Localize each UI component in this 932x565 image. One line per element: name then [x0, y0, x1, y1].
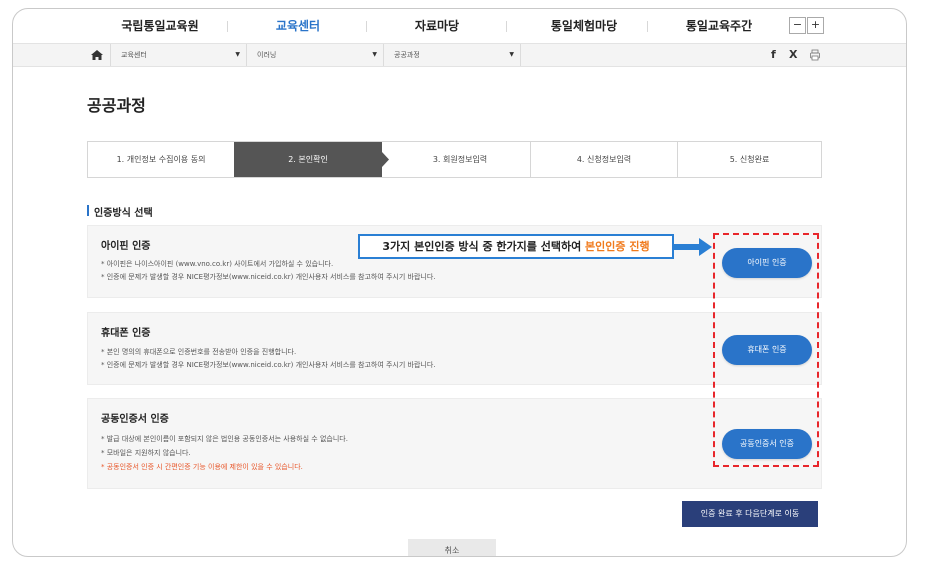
callout-highlight: 본인인증 진행 [585, 240, 650, 253]
gnb-divider [647, 21, 648, 32]
zoom-out-button[interactable]: − [789, 17, 806, 34]
method-description: * 아이핀은 나이스아이핀 (www.vno.co.kr) 사이트에서 가입하실… [101, 260, 334, 268]
global-nav: 국립통일교육원 교육센터 자료마당 통일체험마당 통일교육주간 − + [13, 9, 906, 44]
method-description: * 인증에 문제가 발생할 경우 NICE평가정보(www.niceid.co.… [101, 273, 436, 281]
print-icon[interactable] [809, 44, 821, 66]
breadcrumb-select-1[interactable]: 교육센터 ▼ [110, 44, 247, 66]
callout-arrow-icon [674, 238, 712, 256]
browser-frame: 국립통일교육원 교육센터 자료마당 통일체험마당 통일교육주간 − + 교육센터… [12, 8, 907, 557]
x-icon[interactable]: X [789, 44, 797, 66]
method-title: 아이핀 인증 [101, 241, 151, 252]
step-2-active: 2. 본인확인 [234, 142, 382, 177]
caret-down-icon: ▼ [235, 51, 240, 58]
gnb-item-institute[interactable]: 국립통일교육원 [105, 9, 215, 43]
method-description: * 인증에 문제가 발생할 경우 NICE평가정보(www.niceid.co.… [101, 361, 436, 369]
caret-down-icon: ▼ [372, 51, 377, 58]
method-warning: * 공동인증서 인증 시 간편인증 기능 이용에 제한이 있을 수 있습니다. [101, 463, 303, 471]
breadcrumb-select-2[interactable]: 이러닝 ▼ [247, 44, 384, 66]
location-bar: 교육센터 ▼ 이러닝 ▼ 공공과정 ▼ f X [13, 44, 906, 67]
gnb-item-resources[interactable]: 자료마당 [387, 9, 487, 43]
facebook-icon[interactable]: f [771, 44, 776, 66]
breadcrumb-label: 공공과정 [394, 51, 420, 59]
method-description: * 본인 명의의 휴대폰으로 인증번호를 전송받아 인증을 진행합니다. [101, 348, 297, 356]
instruction-callout: 3가지 본인인증 방식 중 한가지를 선택하여 본인인증 진행 [358, 234, 674, 259]
gnb-item-education-center[interactable]: 교육센터 [248, 9, 348, 43]
method-title: 공동인증서 인증 [101, 414, 169, 425]
cancel-button[interactable]: 취소 [408, 539, 496, 556]
gnb-item-education-week[interactable]: 통일교육주간 [669, 9, 769, 43]
method-description: * 모바일은 지원하지 않습니다. [101, 449, 191, 457]
gnb-divider [366, 21, 367, 32]
step-arrow-icon [382, 152, 389, 167]
method-title: 휴대폰 인증 [101, 328, 151, 339]
method-description: * 발급 대상에 본인이름이 포함되지 않은 법인용 공동인증서는 사용하실 수… [101, 435, 348, 443]
next-step-button[interactable]: 인증 완료 후 다음단계로 이동 [682, 501, 818, 527]
step-3: 3. 회원정보입력 [432, 155, 488, 164]
section-title-bar [87, 205, 89, 216]
home-icon[interactable] [89, 44, 105, 66]
step-1: 1. 개인정보 수집이용 동의 [116, 155, 206, 164]
page-title: 공공과정 [87, 96, 146, 115]
callout-text: 3가지 본인인증 방식 중 한가지를 선택하여 [382, 240, 586, 253]
gnb-divider [227, 21, 228, 32]
breadcrumb-select-3[interactable]: 공공과정 ▼ [384, 44, 521, 66]
step-5: 5. 신청완료 [729, 155, 770, 164]
caret-down-icon: ▼ [509, 51, 514, 58]
auth-buttons-highlight [713, 233, 819, 467]
auth-method-certificate: 공동인증서 인증 * 발급 대상에 본인이름이 포함되지 않은 법인용 공동인증… [87, 398, 822, 489]
breadcrumb-label: 교육센터 [121, 51, 147, 59]
step-indicator: 1. 개인정보 수집이용 동의 2. 본인확인 3. 회원정보입력 4. 신청정… [87, 141, 822, 178]
zoom-in-button[interactable]: + [807, 17, 824, 34]
breadcrumb-label: 이러닝 [257, 51, 277, 59]
auth-method-phone: 휴대폰 인증 * 본인 명의의 휴대폰으로 인증번호를 전송받아 인증을 진행합… [87, 312, 822, 385]
gnb-item-experience[interactable]: 통일체험마당 [529, 9, 639, 43]
section-title: 인증방식 선택 [94, 208, 153, 219]
step-4: 4. 신청정보입력 [576, 155, 632, 164]
gnb-divider [506, 21, 507, 32]
